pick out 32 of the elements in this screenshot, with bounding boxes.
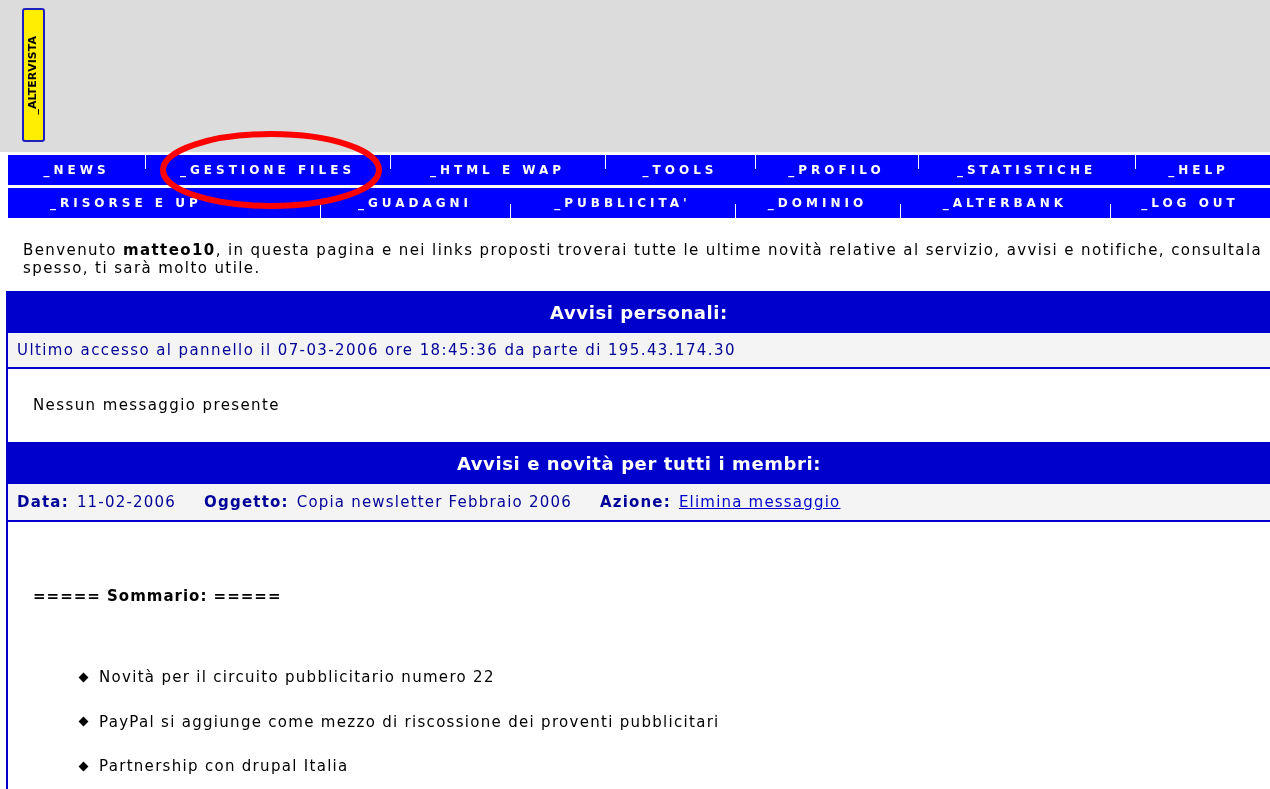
delete-link[interactable]: Elimina messaggio: [678, 490, 841, 514]
message-text: Nessun messaggio presente: [33, 395, 280, 417]
welcome-text: Benvenuto matteo10, in questa pagina e nei links proposti troverai tutte le ultime novità relative al servizio, avvisi e notifiche, consultala spesso, ti sarà molto utile.: [23, 240, 1263, 279]
menu-link[interactable]: _GUADAGNI: [357, 194, 473, 212]
summary-heading: ===== Sommario: =====: [33, 587, 282, 605]
menu-link[interactable]: _LOG OUT: [1141, 194, 1239, 212]
menu-link[interactable]: _STATISTICHE: [956, 161, 1097, 179]
field-label: Azione:: [599, 491, 671, 513]
logo[interactable]: _ALTERVISTA: [22, 8, 45, 142]
bullet-icon: [78, 716, 89, 727]
menu-link[interactable]: _PUBBLICITA': [554, 194, 691, 212]
section-header: Avvisi e novità per tutti i membri:: [8, 442, 1270, 484]
field-value: 11-02-2006: [76, 491, 177, 513]
bullet-icon: [78, 672, 89, 683]
field-label: Data:: [17, 491, 69, 513]
list-item-text: Novità per il circuito pubblicitario numero 22: [99, 667, 495, 688]
menu-link[interactable]: _PROFILO: [788, 161, 885, 179]
field-value: Copia newsletter Febbraio 2006: [296, 491, 572, 513]
menu-link[interactable]: _NEWS: [43, 161, 110, 179]
field-label: Oggetto:: [204, 491, 289, 513]
menu-link[interactable]: _GESTIONE FILES: [179, 161, 356, 179]
bullet-icon: [78, 761, 89, 772]
list-item-text: PayPal si aggiunge come mezzo di riscossione dei proventi pubblicitari: [99, 711, 720, 733]
menu-link[interactable]: _ALTERBANK: [942, 194, 1068, 212]
section-header: Avvisi personali:: [8, 291, 1270, 333]
menu-link[interactable]: _HELP: [1168, 161, 1229, 179]
menu-link[interactable]: _HTML E WAP: [429, 161, 566, 179]
menu-link[interactable]: _TOOLS: [642, 161, 718, 179]
menu-link[interactable]: _RISORSE E UP: [50, 194, 202, 212]
list-item-text: Partnership con drupal Italia: [99, 756, 349, 777]
menu-link[interactable]: _DOMINIO: [767, 194, 868, 212]
last-access-text: Ultimo accesso al pannello il 07-03-2006 ore 18:45:36 da parte di 195.43.174.30: [17, 339, 736, 361]
